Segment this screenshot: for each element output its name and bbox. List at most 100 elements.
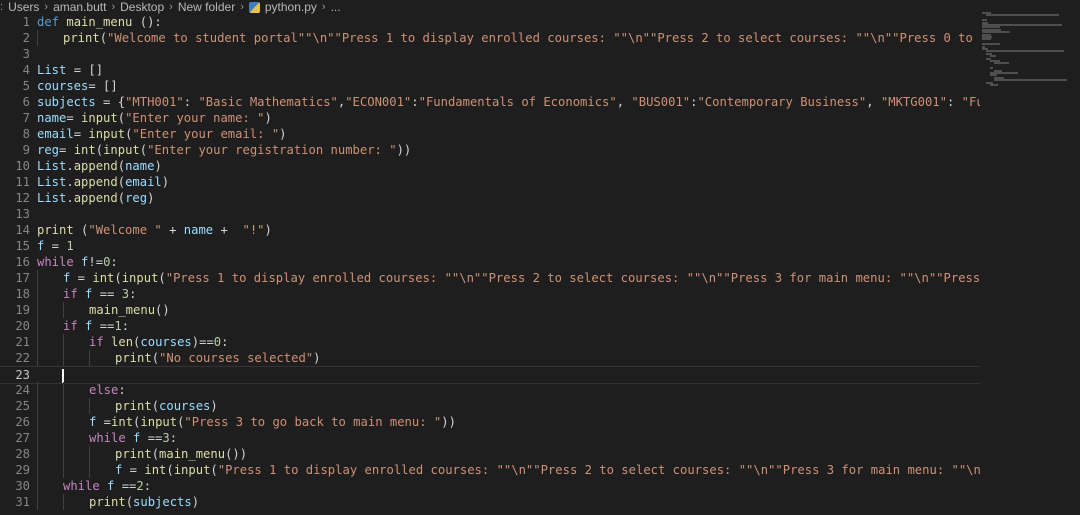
code-token: : [183, 95, 199, 109]
code-editor[interactable]: 1 def main_menu (): 2 print("Welcome to stu… [0, 14, 1080, 515]
code-line[interactable]: 6 subjects = {"MTH001": "Basic Mathematic… [0, 94, 980, 110]
code-text: List.append(name) [37, 158, 980, 174]
code-line[interactable]: 10 List.append(name) [0, 158, 980, 174]
code-token: )) [396, 143, 412, 157]
code-token: = [70, 271, 93, 285]
breadcrumb-users[interactable]: Users [8, 0, 39, 14]
code-line[interactable]: 14 print ("Welcome " + name + "!") [0, 222, 980, 238]
indent-guide [63, 350, 64, 366]
code-token: List [37, 175, 67, 189]
line-number: 28 [15, 447, 30, 461]
code-token: "Press 3 to go back to main menu: " [184, 415, 442, 429]
code-line[interactable]: 26 f =int(input("Press 3 to go back to ma… [0, 414, 980, 430]
code-token: courses [37, 79, 89, 93]
breadcrumb-new-folder[interactable]: New folder [178, 0, 235, 14]
code-line[interactable]: 1 def main_menu (): [0, 14, 980, 30]
line-number: 7 [22, 111, 30, 125]
code-token: email [37, 127, 74, 141]
code-text: f = 1 [37, 238, 980, 254]
code-token: ( [151, 447, 160, 461]
breadcrumb-user-folder[interactable]: aman.butt [53, 0, 106, 14]
code-token: "ECON001" [345, 95, 412, 109]
code-token: input [103, 143, 140, 157]
indent-guide [37, 382, 38, 398]
code-token: print [115, 399, 152, 413]
breadcrumb-file[interactable]: python.py [265, 0, 317, 14]
code-line[interactable]: 29 f = int(input("Press 1 to display enro… [0, 462, 980, 478]
code-line[interactable]: 17 f = int(input("Press 1 to display enro… [0, 270, 980, 286]
line-number: 24 [15, 383, 30, 397]
code-text: email= input("Enter your email: ") [37, 126, 980, 142]
line-number: 29 [15, 463, 30, 477]
code-line[interactable]: 7 name= input("Enter your name: ") [0, 110, 980, 126]
line-number: 6 [22, 95, 30, 109]
code-token: , [616, 95, 632, 109]
code-line[interactable]: 16 while f!=0: [0, 254, 980, 270]
code-line[interactable]: 11 List.append(email) [0, 174, 980, 190]
line-number: 5 [22, 79, 30, 93]
code-line[interactable]: 2 print("Welcome to student portal""\n""P… [0, 30, 980, 46]
code-line[interactable]: 15 f = 1 [0, 238, 980, 254]
code-token: print [115, 447, 152, 461]
code-line[interactable]: 31 print(subjects) [0, 494, 980, 510]
line-number: 8 [22, 127, 30, 141]
code-line[interactable]: 4 List = [] [0, 62, 980, 78]
code-token: if [63, 287, 78, 301]
code-token: append [73, 175, 118, 189]
code-text: while f ==2: [63, 478, 980, 494]
code-token: . [66, 175, 74, 189]
breadcrumb-desktop[interactable]: Desktop [120, 0, 164, 14]
code-token: ( [95, 143, 104, 157]
code-line[interactable]: 9 reg= int(input("Enter your registration… [0, 142, 980, 158]
code-token: "Basic Mathematics" [198, 95, 338, 109]
indent-guide [37, 30, 38, 46]
code-line[interactable]: 19 main_menu() [0, 302, 980, 318]
chevron-right-icon: › [169, 1, 173, 13]
code-token: : [411, 95, 419, 109]
code-token: reg [37, 143, 60, 157]
code-token: : [946, 95, 962, 109]
code-text: print("No courses selected") [115, 350, 980, 366]
code-line[interactable]: 5 courses= [] [0, 78, 980, 94]
code-text: reg= int(input("Enter your registration … [37, 142, 980, 158]
minimap-line [990, 67, 993, 70]
code-line[interactable]: 3 [0, 46, 980, 62]
code-token: : [110, 255, 118, 269]
code-line[interactable]: 21 if len(courses)==0: [0, 334, 980, 350]
code-text: else: [89, 382, 980, 398]
code-line[interactable]: 30 while f ==2: [0, 478, 980, 494]
code-line[interactable]: 24 else: [0, 382, 980, 398]
code-token: . [66, 191, 74, 205]
code-line[interactable]: 20 if f ==1: [0, 318, 980, 334]
code-line[interactable]: 12 List.append(reg) [0, 190, 980, 206]
chevron-right-icon: › [240, 1, 244, 13]
code-line[interactable]: 22 print("No courses selected") [0, 350, 980, 366]
minimap-line [994, 62, 1010, 65]
code-line[interactable]: 18 if f == 3: [0, 286, 980, 302]
line-number: 31 [15, 495, 30, 509]
code-line[interactable]: 28 print(main_menu()) [0, 446, 980, 462]
code-token: List [37, 159, 67, 173]
code-line[interactable]: 25 print(courses) [0, 398, 980, 414]
code-token: ( [114, 271, 122, 285]
code-token: )) [441, 415, 456, 429]
code-token: int [73, 143, 96, 157]
code-token: "Welcome " [88, 223, 162, 237]
code-token: reg [125, 191, 148, 205]
code-token: ()) [225, 447, 248, 461]
code-token: "BUS001" [631, 95, 691, 109]
line-number: 18 [15, 287, 30, 301]
code-token: ( [166, 463, 174, 477]
code-line[interactable]: 8 email= input("Enter your email: ") [0, 126, 980, 142]
minimap[interactable] [982, 12, 1080, 92]
code-text: print(main_menu()) [115, 446, 980, 462]
code-line[interactable]: 27 while f ==3: [0, 430, 980, 446]
text-cursor [62, 369, 64, 383]
code-line[interactable]: 13 [0, 206, 980, 222]
code-token: ) [147, 191, 155, 205]
breadcrumb-symbols[interactable]: ... [331, 0, 341, 14]
minimap-line [994, 79, 1068, 82]
code-token: input [140, 415, 178, 429]
